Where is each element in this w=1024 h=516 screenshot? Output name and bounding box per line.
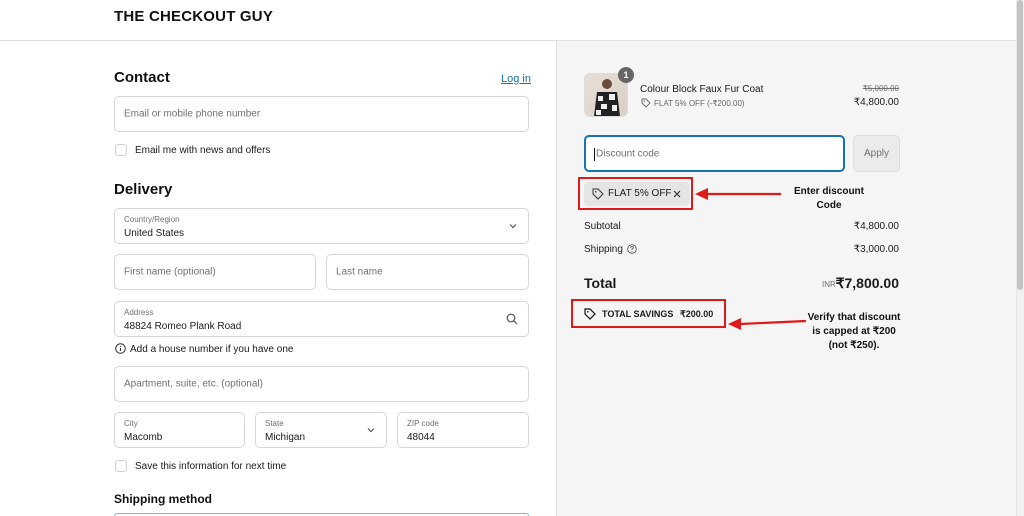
city-value: Macomb	[124, 432, 163, 443]
login-link[interactable]: Log in	[501, 73, 531, 85]
arrow-left-icon	[695, 188, 781, 200]
total-savings-highlight	[571, 299, 726, 328]
annotation-verify-cap: Verify that discount is capped at ₹200 (…	[796, 311, 912, 353]
annotation-verify-line2: is capped at ₹200	[812, 326, 896, 337]
product-name: Colour Block Faux Fur Coat	[640, 84, 764, 95]
annotation-enter-code-line2: Code	[816, 200, 842, 211]
delivery-heading: Delivery	[114, 181, 173, 198]
city-field[interactable]: City Macomb	[114, 412, 245, 448]
total-currency: INR	[822, 280, 836, 289]
save-info-checkbox[interactable]	[115, 460, 127, 472]
save-info-label: Save this information for next time	[135, 461, 287, 472]
shipping-label: Shipping	[584, 244, 623, 255]
shipping-value: ₹3,000.00	[853, 244, 899, 255]
total-value: ₹7,800.00	[835, 275, 899, 291]
text-cursor	[594, 148, 595, 161]
email-field[interactable]: Email or mobile phone number	[114, 96, 529, 132]
discount-placeholder: Discount code	[596, 148, 660, 159]
product-discount-tag: FLAT 5% OFF (-₹200.00)	[654, 99, 745, 108]
apply-button[interactable]: Apply	[853, 135, 900, 172]
first-name-placeholder: First name (optional)	[124, 266, 216, 278]
apartment-field[interactable]: Apartment, suite, etc. (optional)	[114, 366, 529, 402]
annotation-enter-code-line1: Enter discount	[793, 186, 864, 197]
total-label: Total	[584, 275, 617, 291]
email-placeholder: Email or mobile phone number	[124, 108, 261, 120]
shipping-method-heading: Shipping method	[114, 492, 212, 506]
zip-label: ZIP code	[407, 419, 439, 428]
address-label: Address	[124, 308, 154, 317]
chevron-down-icon	[509, 224, 517, 229]
annotation-verify-line3: (not ₹250).	[828, 340, 880, 351]
chevron-down-icon	[367, 428, 375, 433]
city-label: City	[124, 419, 138, 428]
state-select[interactable]: State Michigan	[255, 412, 387, 448]
subtotal-value: ₹4,800.00	[853, 221, 899, 232]
zip-field[interactable]: ZIP code 48044	[397, 412, 529, 448]
address-value: 48824 Romeo Plank Road	[124, 321, 242, 332]
help-icon[interactable]	[627, 244, 637, 254]
address-hint: Add a house number if you have one	[130, 344, 294, 355]
first-name-field[interactable]: First name (optional)	[114, 254, 316, 290]
product-image: 1	[584, 67, 634, 117]
quantity-badge: 1	[618, 67, 634, 83]
contact-heading: Contact	[114, 69, 170, 86]
info-icon	[115, 343, 126, 354]
order-summary: 1 Colour Block Faux Fur Coat FLAT 5% OFF…	[556, 41, 1016, 516]
last-name-field[interactable]: Last name	[326, 254, 529, 290]
search-icon[interactable]	[506, 313, 518, 325]
apartment-placeholder: Apartment, suite, etc. (optional)	[124, 378, 263, 390]
country-select[interactable]: Country/Region United States	[114, 208, 529, 244]
discount-chip-highlight	[578, 177, 693, 210]
checkout-form: Contact Log in Email or mobile phone num…	[0, 41, 556, 516]
annotation-verify-line1: Verify that discount	[807, 312, 901, 323]
last-name-placeholder: Last name	[336, 266, 383, 278]
subtotal-label: Subtotal	[584, 221, 621, 232]
brand-logo[interactable]: THE CHECKOUT GUY	[114, 8, 273, 25]
tag-icon	[641, 98, 651, 108]
original-price: ₹5,000.00	[862, 84, 899, 93]
discount-code-input[interactable]: Discount code	[584, 135, 845, 172]
country-value: United States	[124, 228, 185, 239]
newsletter-label: Email me with news and offers	[135, 145, 271, 156]
state-value: Michigan	[265, 432, 306, 443]
scrollbar-thumb[interactable]	[1017, 0, 1023, 290]
country-label: Country/Region	[124, 215, 180, 224]
newsletter-checkbox[interactable]	[115, 144, 127, 156]
address-field[interactable]: Address 48824 Romeo Plank Road	[114, 301, 529, 337]
page-scrollbar[interactable]	[1016, 0, 1024, 516]
zip-value: 48044	[407, 432, 435, 443]
state-label: State	[265, 419, 284, 428]
header: THE CHECKOUT GUY	[0, 0, 1024, 41]
product-price: ₹4,800.00	[853, 97, 899, 108]
annotation-enter-code: Enter discount Code	[778, 185, 880, 213]
